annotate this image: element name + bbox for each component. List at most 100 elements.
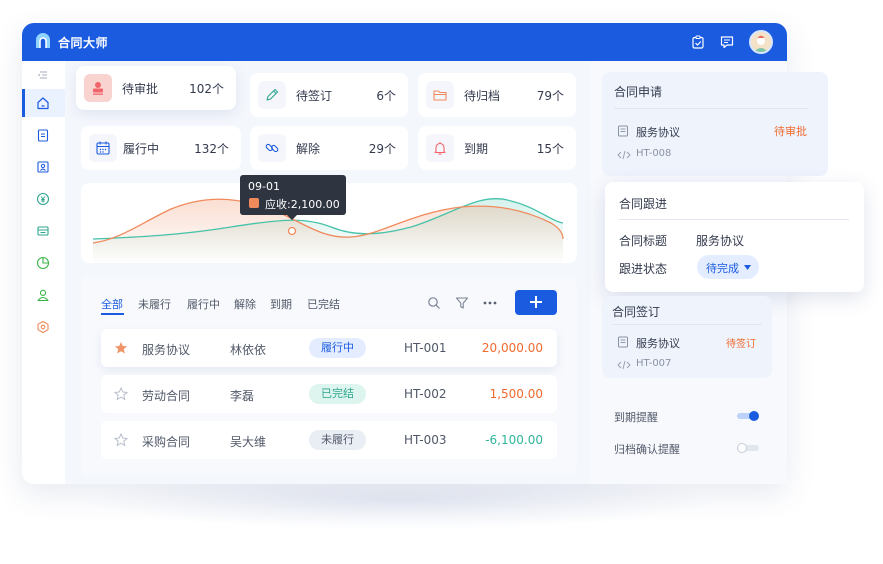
stat-icon-box bbox=[84, 74, 112, 102]
code-icon bbox=[617, 150, 631, 160]
status-badge: 履行中 bbox=[309, 338, 366, 358]
table-row[interactable]: 劳动合同 李磊 已完结 HT-002 1,500.00 bbox=[101, 375, 557, 413]
stat-card-expired[interactable]: 到期 15个 bbox=[418, 126, 576, 170]
setting-label-archive: 归档确认提醒 bbox=[614, 443, 680, 456]
status-label: 待审批 bbox=[774, 125, 807, 138]
stat-label: 待归档 bbox=[464, 89, 501, 103]
contract-code: HT-003 bbox=[404, 433, 447, 447]
stat-label: 待审批 bbox=[122, 82, 159, 96]
divider bbox=[619, 219, 849, 220]
avatar-image-icon bbox=[754, 35, 768, 52]
contract-name: 劳动合同 bbox=[142, 389, 191, 403]
stat-card-pending-sign[interactable]: 待签订 6个 bbox=[250, 73, 408, 117]
card-title: 合同签订 bbox=[612, 305, 661, 319]
card-title: 合同跟进 bbox=[619, 197, 668, 211]
stat-card-pending-approval[interactable]: 待审批 102个 bbox=[76, 66, 236, 110]
stat-card-in-progress[interactable]: 履行中 132个 bbox=[81, 126, 241, 170]
stat-card-pending-archive[interactable]: 待归档 79个 bbox=[418, 73, 576, 117]
tab-expired[interactable]: 到期 bbox=[270, 296, 292, 312]
tooltip-swatch bbox=[249, 198, 259, 208]
contract-code: HT-008 bbox=[636, 148, 672, 159]
stat-count: 102个 bbox=[189, 82, 224, 96]
dropdown-value: 待完成 bbox=[706, 262, 739, 275]
user-avatar[interactable] bbox=[749, 30, 773, 54]
sidebar-item-cards[interactable] bbox=[22, 217, 65, 245]
star-outline-icon[interactable] bbox=[114, 387, 128, 401]
contract-sign-card[interactable]: 合同签订 服务协议 待签订 HT-007 bbox=[602, 296, 772, 378]
archive-reminder-toggle[interactable] bbox=[737, 442, 759, 454]
stat-icon-box bbox=[89, 134, 117, 162]
app-logo-icon bbox=[36, 33, 50, 48]
tooltip-arrow bbox=[287, 215, 297, 220]
stat-icon-box bbox=[258, 81, 286, 109]
folder-icon bbox=[433, 90, 447, 101]
stat-count: 132个 bbox=[194, 142, 229, 156]
tab-completed[interactable]: 已完结 bbox=[307, 296, 340, 312]
contract-name: 采购合同 bbox=[142, 435, 191, 449]
pen-icon bbox=[266, 88, 279, 101]
expiry-reminder-toggle[interactable] bbox=[737, 410, 759, 422]
contract-code: HT-001 bbox=[404, 341, 447, 355]
sidebar-item-settings[interactable] bbox=[22, 313, 65, 341]
follow-status-dropdown[interactable]: 待完成 bbox=[697, 255, 759, 279]
divider bbox=[614, 108, 808, 109]
clipboard-check-icon[interactable] bbox=[691, 35, 705, 49]
clipboard-icon bbox=[37, 129, 49, 142]
table-row[interactable]: 采购合同 吴大维 未履行 HT-003 -6,100.00 bbox=[101, 421, 557, 459]
active-tab-indicator bbox=[101, 313, 124, 315]
document-icon bbox=[618, 125, 628, 137]
contract-amount: 1,500.00 bbox=[489, 387, 543, 401]
tab-in-progress[interactable]: 履行中 bbox=[187, 296, 220, 312]
code-icon bbox=[617, 360, 631, 370]
plus-icon bbox=[530, 296, 542, 308]
star-filled-icon[interactable] bbox=[114, 341, 128, 355]
status-badge: 未履行 bbox=[309, 430, 366, 450]
sidebar bbox=[22, 61, 65, 484]
user-icon bbox=[37, 289, 49, 302]
doc-name: 服务协议 bbox=[636, 126, 680, 139]
title-bar: 合同大师 bbox=[22, 23, 787, 61]
table-row[interactable]: 服务协议 林依依 履行中 HT-001 20,000.00 bbox=[101, 329, 557, 367]
sidebar-item-finance[interactable] bbox=[22, 185, 65, 213]
add-contract-button[interactable] bbox=[515, 290, 557, 315]
contract-amount: 20,000.00 bbox=[481, 341, 543, 355]
star-outline-icon[interactable] bbox=[114, 433, 128, 447]
stat-icon-box bbox=[426, 81, 454, 109]
field-label: 合同标题 bbox=[619, 234, 668, 248]
yen-coin-icon bbox=[36, 192, 50, 206]
stat-icon-box bbox=[258, 134, 286, 162]
setting-label-expiry: 到期提醒 bbox=[614, 411, 658, 424]
sidebar-item-reports[interactable] bbox=[22, 249, 65, 277]
chart-tooltip: 09-01 应收:2,100.00 bbox=[240, 175, 346, 220]
tab-not-started[interactable]: 未履行 bbox=[138, 296, 171, 312]
more-icon[interactable] bbox=[482, 296, 498, 310]
tab-terminated[interactable]: 解除 bbox=[234, 296, 256, 312]
divider bbox=[612, 324, 762, 325]
tab-all[interactable]: 全部 bbox=[101, 296, 123, 312]
stat-count: 6个 bbox=[376, 89, 396, 103]
contract-follow-card[interactable]: 合同跟进 合同标题 服务协议 跟进状态 待完成 bbox=[605, 182, 864, 292]
stat-label: 履行中 bbox=[123, 142, 160, 156]
broken-link-icon bbox=[265, 143, 279, 153]
caret-down-icon bbox=[744, 265, 751, 270]
contract-apply-card[interactable]: 合同申请 服务协议 待审批 HT-008 bbox=[602, 72, 828, 176]
search-icon[interactable] bbox=[427, 296, 441, 310]
filter-icon[interactable] bbox=[455, 296, 469, 310]
pie-chart-icon bbox=[36, 256, 50, 270]
menu-collapse-icon bbox=[37, 71, 47, 79]
stamp-icon bbox=[93, 82, 103, 95]
sidebar-item-home[interactable] bbox=[22, 89, 65, 117]
calendar-icon bbox=[96, 141, 110, 155]
menu-toggle[interactable] bbox=[22, 61, 65, 89]
sidebar-item-contracts[interactable] bbox=[22, 121, 65, 149]
stat-card-terminated[interactable]: 解除 29个 bbox=[250, 126, 408, 170]
app-title: 合同大师 bbox=[58, 36, 109, 50]
sidebar-item-contacts[interactable] bbox=[22, 153, 65, 181]
tooltip-point[interactable] bbox=[287, 226, 297, 236]
contract-person: 林依依 bbox=[230, 343, 267, 357]
stat-count: 79个 bbox=[536, 89, 564, 103]
card-title: 合同申请 bbox=[614, 85, 663, 99]
message-icon[interactable] bbox=[720, 35, 734, 49]
sidebar-item-users[interactable] bbox=[22, 281, 65, 309]
tooltip-date: 09-01 bbox=[248, 180, 280, 193]
